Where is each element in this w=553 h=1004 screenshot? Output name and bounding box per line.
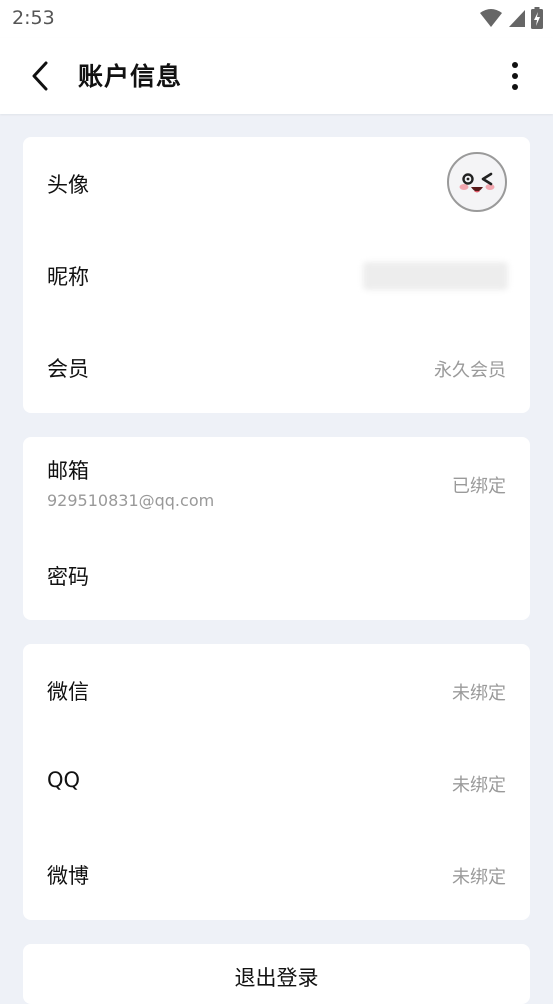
email-status: 已绑定	[452, 476, 506, 497]
wechat-status: 未绑定	[452, 683, 506, 704]
status-time: 2:53	[12, 7, 55, 29]
qq-row[interactable]: QQ 未绑定	[23, 736, 530, 828]
status-bar: 2:53	[0, 0, 553, 38]
social-card: 微信 未绑定 QQ 未绑定 微博 未绑定	[23, 644, 530, 920]
password-label: 密码	[47, 565, 89, 589]
app-header: 账户信息	[0, 38, 553, 114]
profile-card: 头像 昵称 会员 永久会员	[23, 137, 530, 413]
account-card: 邮箱 929510831@qq.com 已绑定 密码	[23, 437, 530, 620]
email-address: 929510831@qq.com	[47, 491, 215, 510]
membership-row[interactable]: 会员 永久会员	[23, 321, 530, 413]
weibo-label: 微博	[47, 864, 89, 888]
avatar-label: 头像	[47, 173, 89, 197]
password-row[interactable]: 密码	[23, 529, 530, 620]
avatar-face-icon	[459, 172, 495, 193]
wechat-label: 微信	[47, 680, 89, 704]
logout-label: 退出登录	[234, 966, 319, 990]
email-label: 邮箱	[47, 459, 89, 483]
weibo-row[interactable]: 微博 未绑定	[23, 828, 530, 920]
nickname-value-redacted	[363, 262, 508, 290]
wifi-icon	[480, 9, 502, 27]
qq-label: QQ	[47, 768, 81, 792]
avatar[interactable]	[447, 152, 507, 212]
battery-icon	[531, 7, 543, 29]
status-icons	[479, 6, 543, 30]
qq-status: 未绑定	[452, 775, 506, 796]
avatar-row[interactable]: 头像	[23, 137, 530, 229]
email-row[interactable]: 邮箱 929510831@qq.com 已绑定	[23, 437, 530, 529]
nickname-label: 昵称	[47, 265, 89, 289]
membership-value: 永久会员	[434, 360, 506, 381]
back-arrow-icon	[32, 61, 48, 91]
wechat-row[interactable]: 微信 未绑定	[23, 644, 530, 736]
logout-button[interactable]: 退出登录	[23, 944, 530, 1004]
membership-label: 会员	[47, 357, 89, 381]
weibo-status: 未绑定	[452, 867, 506, 888]
more-options-button[interactable]	[503, 60, 527, 92]
back-button[interactable]	[22, 58, 58, 94]
signal-icon	[509, 10, 525, 27]
more-vertical-icon	[512, 62, 518, 68]
page-title: 账户信息	[78, 62, 183, 91]
